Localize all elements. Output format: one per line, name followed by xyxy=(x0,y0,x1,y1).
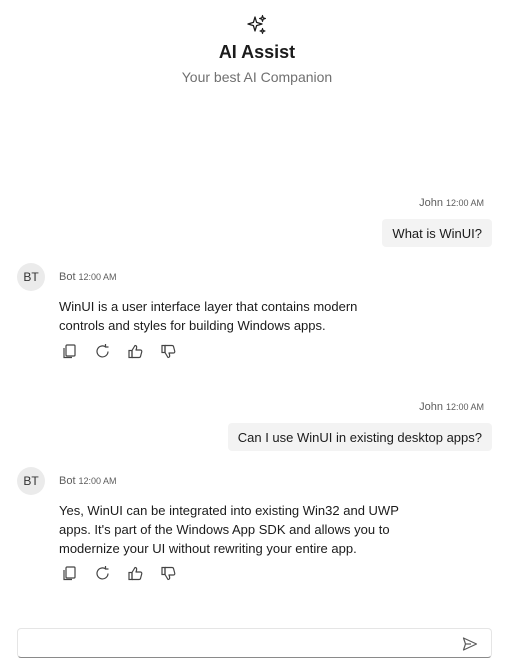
thumbs-down-icon[interactable] xyxy=(160,565,177,582)
user-message-bubble: What is WinUI? xyxy=(382,219,492,247)
message-input[interactable] xyxy=(26,633,446,653)
bot-message: BT Bot 12:00 AM Yes, WinUI can be integra… xyxy=(17,467,497,597)
bot-avatar: BT xyxy=(17,263,45,291)
copy-icon[interactable] xyxy=(61,343,78,360)
user-message: John 12:00 AM What is WinUI? xyxy=(382,197,492,247)
bot-message-text: WinUI is a user interface layer that con… xyxy=(59,299,358,333)
message-time: 12:00 AM xyxy=(445,198,484,208)
send-icon[interactable] xyxy=(462,636,478,652)
message-time: 12:00 AM xyxy=(445,402,484,412)
message-time: 12:00 AM xyxy=(78,476,117,486)
bot-message-text: Yes, WinUI can be integrated into existi… xyxy=(59,503,399,556)
message-actions xyxy=(61,565,177,582)
author-name: John xyxy=(419,401,443,413)
message-meta: John 12:00 AM xyxy=(382,197,484,209)
copy-icon[interactable] xyxy=(61,565,78,582)
thumbs-up-icon[interactable] xyxy=(127,565,144,582)
message-composer xyxy=(17,628,492,658)
author-name: Bot xyxy=(59,271,76,283)
message-meta: John 12:00 AM xyxy=(228,401,484,413)
app-title: AI Assist xyxy=(218,42,296,62)
user-message: John 12:00 AM Can I use WinUI in existing… xyxy=(227,401,492,451)
author-name: John xyxy=(419,197,443,209)
message-actions xyxy=(61,343,177,360)
thumbs-up-icon[interactable] xyxy=(127,343,144,360)
message-meta: Bot 12:00 AM xyxy=(59,475,117,487)
author-name: Bot xyxy=(59,475,76,487)
bot-message: BT Bot 12:00 AM WinUI is a user interface… xyxy=(17,263,497,373)
sparkle-icon xyxy=(247,14,267,35)
chat-app: AI Assist Your best AI Companion John 12:… xyxy=(0,0,514,667)
app-subtitle: Your best AI Companion xyxy=(181,69,333,85)
regenerate-icon[interactable] xyxy=(94,343,111,360)
bot-avatar: BT xyxy=(17,467,45,495)
thumbs-down-icon[interactable] xyxy=(160,343,177,360)
header: AI Assist Your best AI Companion xyxy=(0,14,514,85)
message-meta: Bot 12:00 AM xyxy=(59,271,117,283)
message-time: 12:00 AM xyxy=(78,272,117,282)
user-message-bubble: Can I use WinUI in existing desktop apps… xyxy=(227,423,492,451)
regenerate-icon[interactable] xyxy=(94,565,111,582)
